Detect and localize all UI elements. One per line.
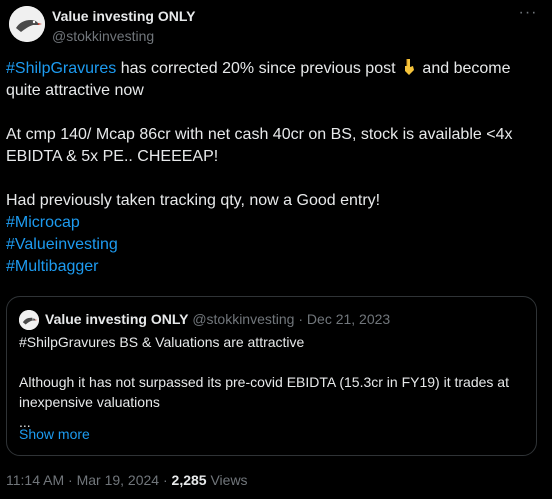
- hashtag-link-microcap[interactable]: #Microcap: [6, 214, 80, 231]
- post-text: #ShilpGravures has corrected 20% since p…: [6, 58, 546, 278]
- post-paragraph-1: #ShilpGravures has corrected 20% since p…: [6, 58, 546, 102]
- views-count: 2,285: [171, 472, 207, 488]
- quote-date: Dec 21, 2023: [306, 311, 391, 327]
- author-name[interactable]: Value investing ONLY: [52, 8, 195, 24]
- author-handle[interactable]: @stokkinvesting: [52, 28, 154, 44]
- post-meta: 11:14 AM · Mar 19, 2024 · 2,285 Views: [6, 472, 248, 488]
- hashtag-link[interactable]: #ShilpGravures: [6, 60, 116, 77]
- avatar[interactable]: [9, 6, 45, 42]
- meta-separator: ·: [64, 472, 77, 488]
- post-text-segment: has corrected 20% since previous post: [116, 60, 400, 77]
- more-options-icon[interactable]: ···: [517, 5, 539, 24]
- quoted-tweet[interactable]: Value investing ONLY @stokkinvesting · D…: [6, 296, 537, 456]
- post-paragraph-3: Had previously taken tracking qty, now a…: [6, 192, 381, 209]
- avatar-bird-icon: [19, 310, 39, 330]
- quote-header: Value investing ONLY @stokkinvesting · D…: [45, 310, 390, 328]
- quote-author-name: Value investing ONLY: [45, 311, 189, 327]
- pointing-down-emoji-icon: [404, 59, 414, 75]
- quote-ellipsis: ...: [19, 414, 31, 430]
- show-more-link[interactable]: Show more: [19, 426, 90, 442]
- quote-paragraph-2: Although it has not surpassed its pre-co…: [19, 374, 509, 410]
- hashtag-link-multibagger[interactable]: #Multibagger: [6, 258, 99, 275]
- quote-line-1: #ShilpGravures BS & Valuations are attra…: [19, 334, 305, 350]
- views-label: Views: [206, 472, 248, 488]
- post-paragraph-2: At cmp 140/ Mcap 86cr with net cash 40cr…: [6, 126, 513, 165]
- post-time[interactable]: 11:14 AM: [6, 472, 64, 488]
- quote-text: #ShilpGravures BS & Valuations are attra…: [19, 332, 524, 432]
- post-date[interactable]: Mar 19, 2024: [77, 472, 160, 488]
- hashtag-link-valueinvesting[interactable]: #Valueinvesting: [6, 236, 118, 253]
- meta-separator: ·: [159, 472, 172, 488]
- quote-author-handle: @stokkinvesting: [192, 311, 295, 327]
- quote-separator: ·: [294, 311, 307, 327]
- quote-avatar: [19, 310, 39, 330]
- avatar-bird-icon: [9, 6, 45, 42]
- tweet: Value investing ONLY @stokkinvesting ···…: [0, 0, 552, 499]
